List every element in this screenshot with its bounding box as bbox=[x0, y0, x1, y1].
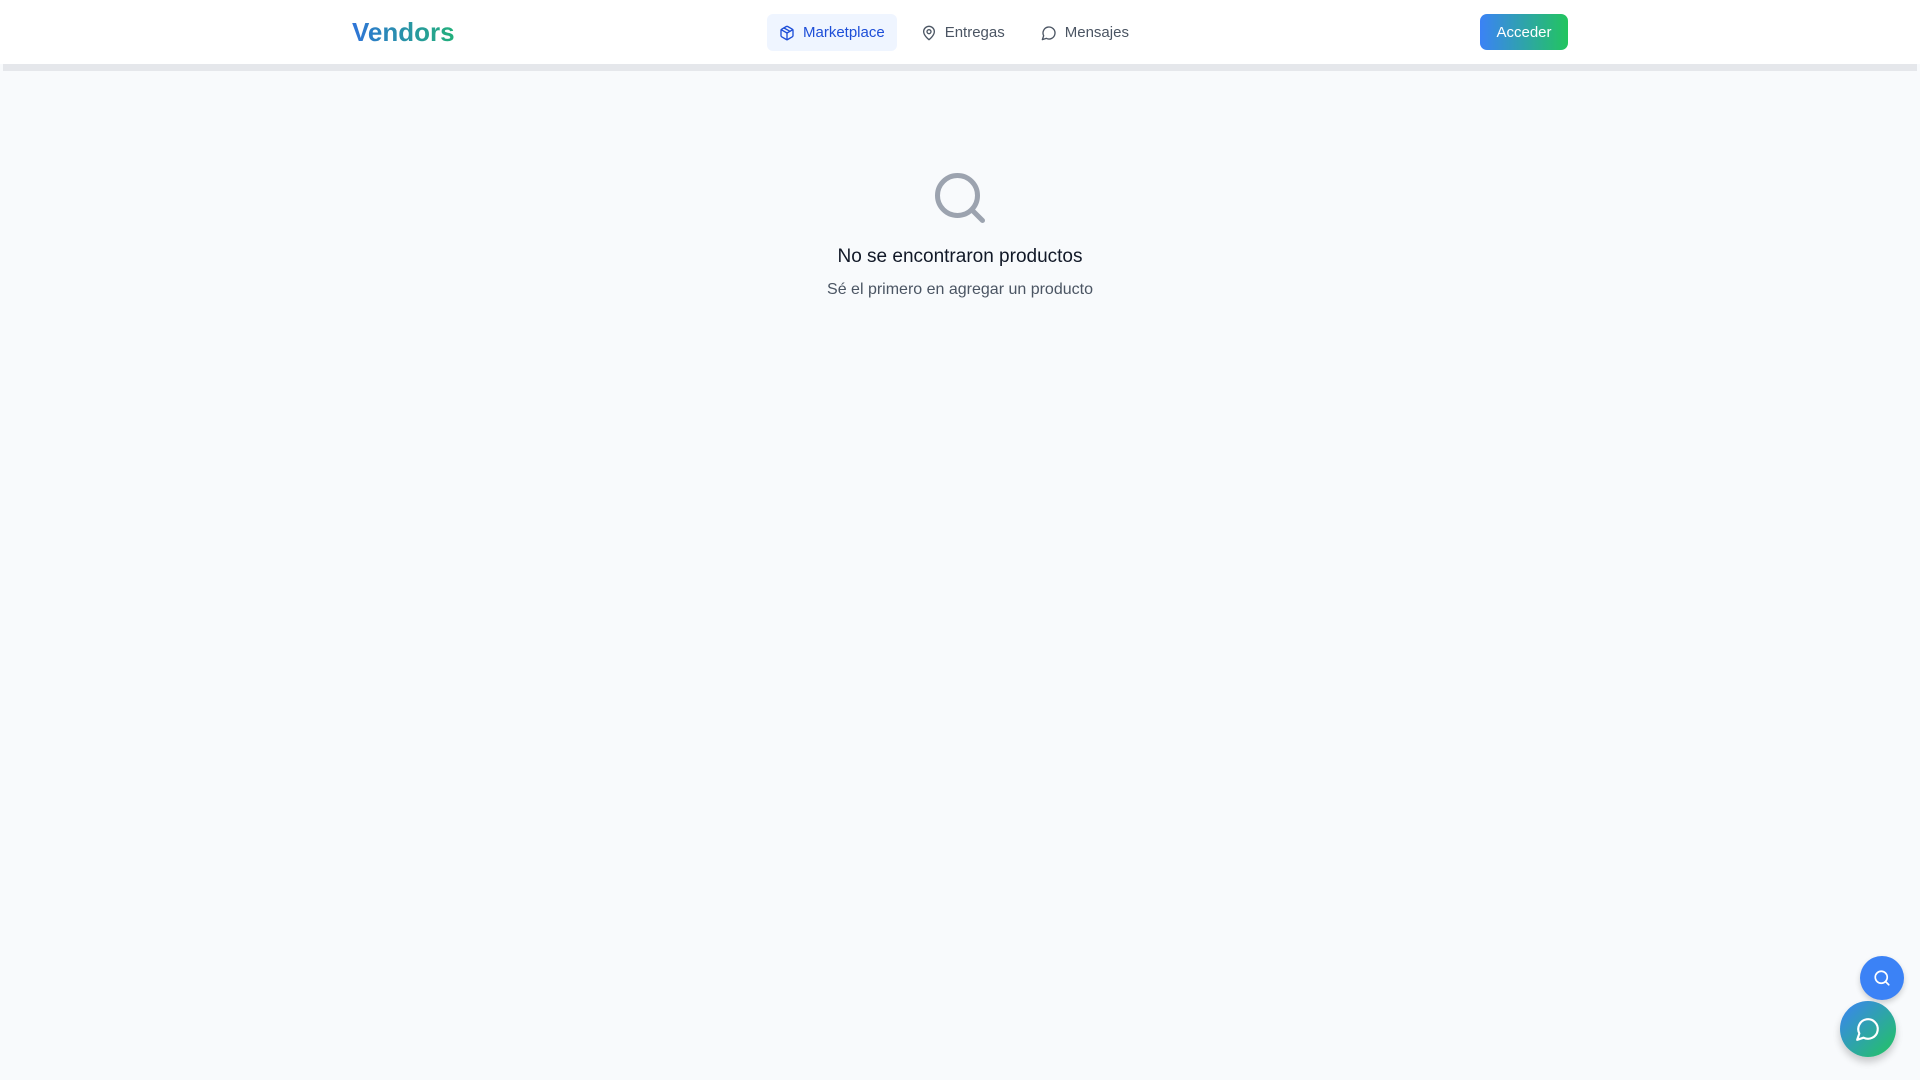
nav-item-marketplace[interactable]: Marketplace bbox=[767, 14, 897, 51]
floating-chat-button[interactable] bbox=[1840, 1001, 1896, 1057]
nav-item-entregas[interactable]: Entregas bbox=[909, 14, 1017, 51]
message-icon bbox=[1856, 1018, 1879, 1041]
map-pin-icon bbox=[922, 25, 935, 40]
search-icon bbox=[935, 173, 985, 223]
header-divider bbox=[3, 64, 1917, 71]
nav-item-mensajes[interactable]: Mensajes bbox=[1029, 14, 1141, 51]
brand-logo[interactable]: Vendors bbox=[352, 14, 455, 50]
empty-state: No se encontraron productos Sé el primer… bbox=[0, 168, 1920, 301]
nav-label-entregas: Entregas bbox=[944, 24, 1005, 41]
login-button[interactable]: Acceder bbox=[1480, 14, 1568, 50]
nav-label-marketplace: Marketplace bbox=[803, 24, 885, 41]
main-nav: Marketplace Entregas Mensajes bbox=[767, 14, 1153, 51]
nav-label-mensajes: Mensajes bbox=[1064, 24, 1129, 41]
search-icon bbox=[1874, 970, 1890, 986]
message-icon bbox=[1041, 25, 1056, 40]
empty-state-title: No se encontraron productos bbox=[837, 246, 1083, 267]
floating-search-button[interactable] bbox=[1860, 956, 1904, 1000]
top-header: Vendors Marketplace Entregas Mensajes Ac… bbox=[0, 0, 1920, 64]
empty-state-subtitle: Sé el primero en agregar un producto bbox=[827, 281, 1093, 298]
package-icon bbox=[780, 25, 794, 40]
